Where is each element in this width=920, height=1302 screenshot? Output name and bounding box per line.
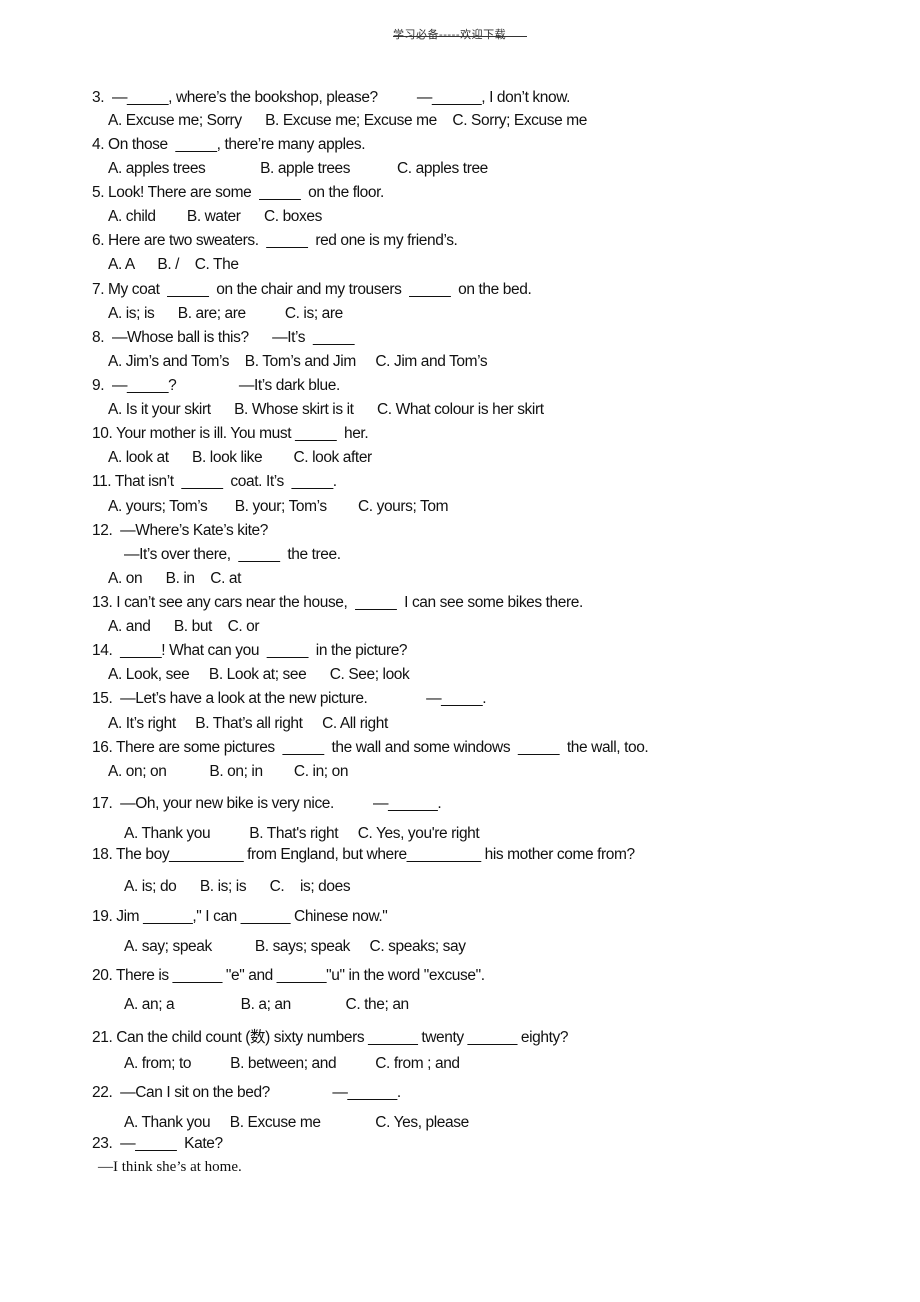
- question-5: 5. Look! There are some _____ on the flo…: [92, 184, 384, 201]
- header-rule: [393, 36, 527, 37]
- header-right: 欢迎下载: [460, 28, 507, 41]
- question-11: 11. That isn’t _____ coat. It’s _____.: [92, 473, 337, 490]
- question-12: 12. —Where’s Kate’s kite?: [92, 522, 268, 539]
- question-22-options: A. Thank you B. Excuse me C. Yes, please: [124, 1114, 469, 1131]
- question-4-options: A. apples trees B. apple trees C. apples…: [108, 160, 488, 177]
- question-10-options: A. look at B. look like C. look after: [108, 449, 372, 466]
- question-7: 7. My coat _____ on the chair and my tro…: [92, 281, 532, 298]
- question-9: 9. —_____? —It’s dark blue.: [92, 377, 340, 394]
- question-23-answer: —I think she’s at home.: [98, 1159, 242, 1175]
- question-18: 18. The boy_________ from England, but w…: [92, 846, 635, 863]
- question-9-options: A. Is it your skirt B. Whose skirt is it…: [108, 401, 544, 418]
- question-17-options: A. Thank you B. That's right C. Yes, you…: [124, 825, 480, 842]
- question-21-options: A. from; to B. between; and C. from ; an…: [124, 1055, 460, 1072]
- question-14: 14. _____! What can you _____ in the pic…: [92, 642, 408, 659]
- question-3-options: A. Excuse me; Sorry B. Excuse me; Excuse…: [108, 112, 587, 129]
- header-dashes: -----: [439, 28, 461, 41]
- question-15-options: A. It’s right B. That’s all right C. All…: [108, 715, 388, 732]
- question-20: 20. There is ______ "e" and ______"u" in…: [92, 967, 485, 984]
- question-10: 10. Your mother is ill. You must _____ h…: [92, 425, 369, 442]
- question-16: 16. There are some pictures _____ the wa…: [92, 739, 649, 756]
- question-20-options: A. an; a B. a; an C. the; an: [124, 996, 409, 1013]
- question-19: 19. Jim ______," I can ______ Chinese no…: [92, 908, 388, 925]
- question-23: 23. —_____ Kate?: [92, 1135, 223, 1152]
- question-8: 8. —Whose ball is this? —It’s _____: [92, 329, 355, 346]
- question-16-options: A. on; on B. on; in C. in; on: [108, 763, 349, 780]
- question-17: 17. —Oh, your new bike is very nice. —__…: [92, 795, 442, 812]
- question-11-options: A. yours; Tom’s B. your; Tom’s C. yours;…: [108, 498, 449, 515]
- question-21: 21. Can the child count (数) sixty number…: [92, 1029, 569, 1046]
- question-3: 3. —_____, where’s the bookshop, please?…: [92, 89, 571, 106]
- question-6: 6. Here are two sweaters. _____ red one …: [92, 232, 458, 249]
- question-12-answer: —It’s over there, _____ the tree.: [124, 546, 341, 563]
- question-13-options: A. and B. but C. or: [108, 618, 260, 635]
- question-4: 4. On those _____, there’re many apples.: [92, 136, 366, 153]
- question-18-options: A. is; do B. is; is C. is; does: [124, 878, 351, 895]
- question-12-options: A. on B. in C. at: [108, 570, 242, 587]
- question-5-options: A. child B. water C. boxes: [108, 208, 322, 225]
- header-left: 学习必备: [393, 28, 439, 41]
- header-text: 学习必备-----欢迎下载: [393, 26, 506, 42]
- question-13: 13. I can’t see any cars near the house,…: [92, 594, 583, 611]
- question-7-options: A. is; is B. are; are C. is; are: [108, 305, 343, 322]
- question-15: 15. —Let’s have a look at the new pictur…: [92, 690, 487, 707]
- question-14-options: A. Look, see B. Look at; see C. See; loo…: [108, 666, 410, 683]
- question-19-options: A. say; speak B. says; speak C. speaks; …: [124, 938, 466, 955]
- question-6-options: A. A B. / C. The: [108, 256, 239, 273]
- question-8-options: A. Jim’s and Tom’s B. Tom’s and Jim C. J…: [108, 353, 488, 370]
- question-22: 22. —Can I sit on the bed? —______.: [92, 1084, 401, 1101]
